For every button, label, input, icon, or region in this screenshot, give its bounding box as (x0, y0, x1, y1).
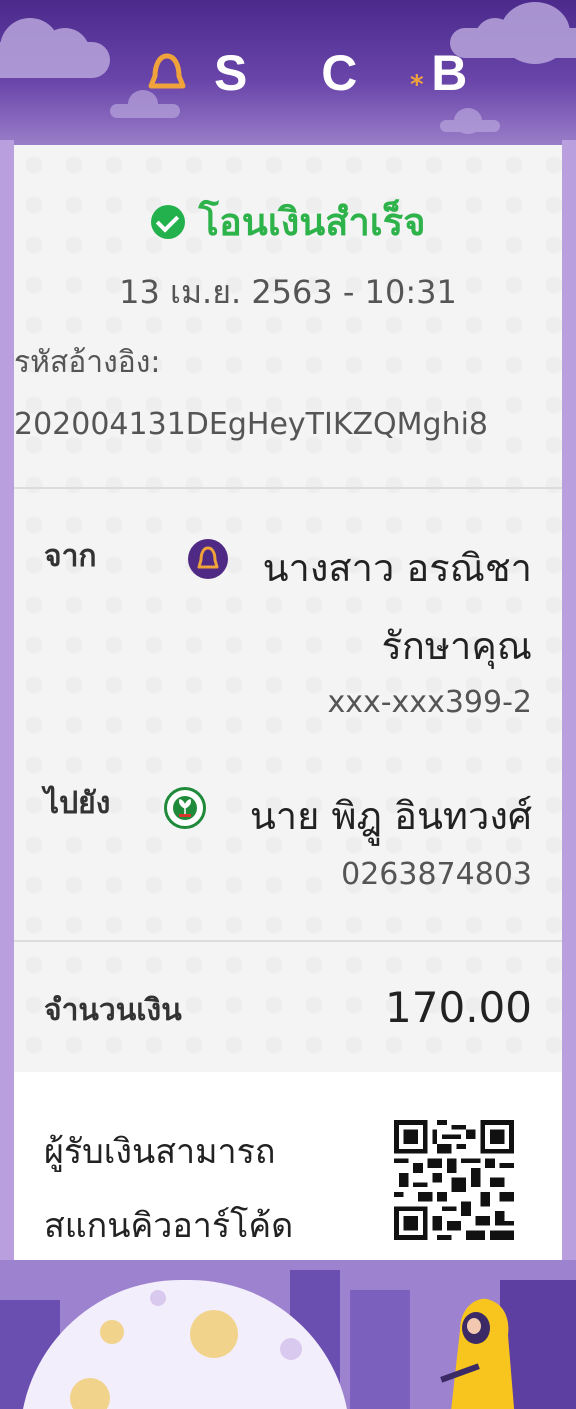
reference-code: 202004131DEgHeyTIKZQMghi8 (14, 407, 489, 442)
kbank-icon (164, 787, 206, 829)
sparkle-icon: * (410, 70, 424, 100)
reference-label: รหัสอ้างอิง: (14, 345, 161, 380)
scb-bank-icon (188, 539, 228, 579)
scb-logo-icon (148, 53, 186, 89)
sender-account: xxx-xxx399-2 (327, 685, 532, 720)
qr-section: ผู้รับเงินสามารถ สแกนคิวอาร์โค้ด (14, 1072, 562, 1262)
side-stripe (562, 140, 576, 1280)
transfer-status: โอนเงินสำเร็จ (14, 191, 562, 252)
cloud-decoration (0, 18, 110, 78)
qr-code[interactable] (394, 1120, 514, 1240)
header: S C B * (0, 0, 576, 150)
check-circle-icon (150, 205, 185, 239)
recipient-account: 0263874803 (341, 857, 532, 892)
qr-caption-line2: สแกนคิวอาร์โค้ด (44, 1206, 294, 1246)
qr-caption-line1: ผู้รับเงินสามารถ (44, 1132, 276, 1172)
sender-name-line1: นางสาว อรณิชา (262, 546, 532, 590)
sender-name-line2: รักษาคุณ (381, 624, 532, 668)
virus-icon (280, 1338, 302, 1360)
sanitation-worker-illustration (440, 1298, 515, 1409)
building-decoration (350, 1290, 410, 1409)
status-text: โอนเงินสำเร็จ (198, 200, 426, 244)
virus-icon (100, 1320, 124, 1344)
recipient-name: นาย พิฎู อินทวงศ์ (249, 794, 532, 838)
to-label: ไปยัง (44, 786, 111, 821)
transaction-datetime: 13 เม.ย. 2563 - 10:31 (119, 273, 457, 311)
amount-label: จำนวนเงิน (44, 993, 182, 1028)
side-stripe (0, 140, 14, 1280)
divider (14, 940, 562, 942)
divider (14, 487, 562, 489)
virus-icon (190, 1310, 238, 1358)
bottom-illustration (0, 1260, 576, 1409)
brand-name: S C B (214, 45, 498, 101)
from-label: จาก (44, 539, 97, 574)
cloud-decoration (440, 108, 500, 134)
virus-icon (150, 1290, 166, 1306)
amount-value: 170.00 (385, 983, 532, 1032)
cloud-decoration (110, 90, 180, 118)
